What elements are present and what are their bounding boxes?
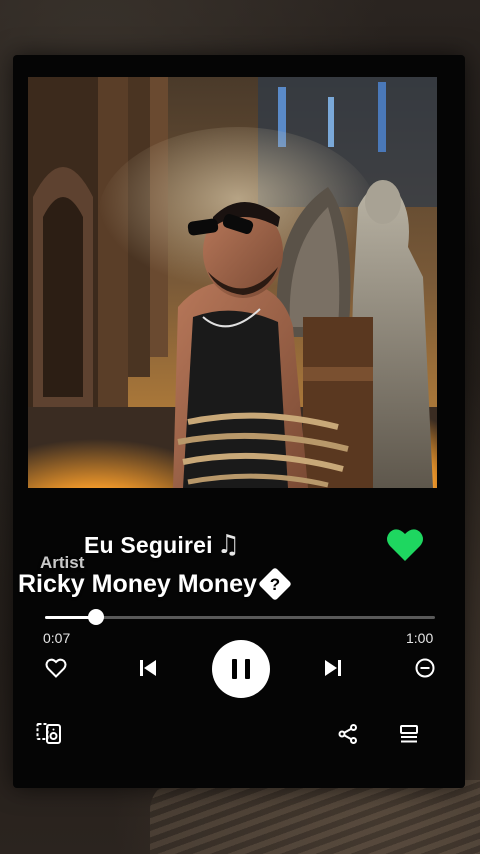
total-duration: 1:00 xyxy=(406,630,434,646)
album-artwork xyxy=(28,77,437,488)
add-to-liked-button[interactable] xyxy=(45,657,67,684)
heart-outline-icon xyxy=(45,658,67,678)
svg-text:?: ? xyxy=(270,575,280,594)
connect-device-icon xyxy=(36,723,61,744)
title-row: Eu Seguirei ♫ xyxy=(84,525,240,565)
progress-bar[interactable] xyxy=(45,609,435,625)
background-rope-detail xyxy=(150,780,480,854)
skip-previous-icon xyxy=(140,660,156,676)
minus-circle-icon xyxy=(415,658,435,678)
like-heart-button[interactable] xyxy=(386,527,424,563)
elapsed-time: 0:07 xyxy=(43,630,71,646)
share-icon xyxy=(338,724,357,744)
connect-device-button[interactable] xyxy=(36,722,62,751)
song-title: Eu Seguirei xyxy=(84,531,213,558)
artist-row: Ricky Money Money ? xyxy=(18,568,291,600)
queue-icon xyxy=(400,725,418,743)
artist-name[interactable]: Ricky Money Money xyxy=(18,570,257,599)
skip-next-icon xyxy=(325,660,341,676)
unknown-character-icon: ? xyxy=(259,568,291,600)
hide-song-button[interactable] xyxy=(414,657,436,684)
music-note-icon: ♫ xyxy=(216,530,241,560)
queue-button[interactable] xyxy=(398,723,420,750)
heart-filled-icon xyxy=(387,529,423,561)
share-button[interactable] xyxy=(337,723,359,750)
next-button[interactable] xyxy=(322,657,344,684)
previous-button[interactable] xyxy=(137,657,159,684)
album-cover xyxy=(28,77,437,488)
pause-button[interactable] xyxy=(212,640,270,698)
progress-knob[interactable] xyxy=(87,609,104,625)
